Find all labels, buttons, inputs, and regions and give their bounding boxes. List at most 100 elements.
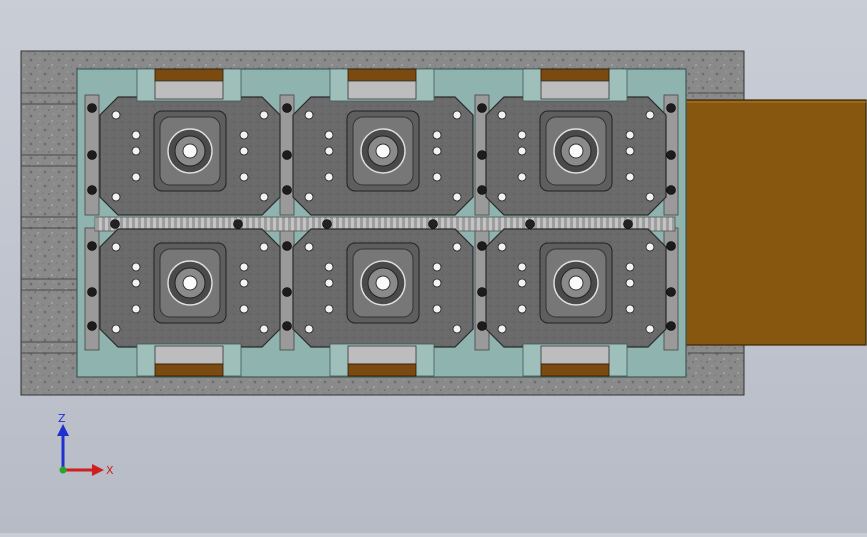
bolt-hole (111, 324, 121, 334)
bolt-hole (324, 172, 334, 182)
bolt-hole (645, 110, 655, 120)
assembly-drawing (20, 50, 867, 396)
bolt-hole (452, 192, 462, 202)
bolt-hole (517, 278, 527, 288)
shaft-bore (182, 275, 198, 291)
bolt-hole (517, 146, 527, 156)
clamp-bottom-block (540, 345, 610, 365)
rail-bolt (477, 321, 487, 331)
rack-screw (322, 219, 332, 229)
clamp-top-block (347, 80, 417, 100)
rack-screw (233, 219, 243, 229)
bolt-hole (452, 242, 462, 252)
bolt-hole (625, 262, 635, 272)
bolt-hole (239, 130, 249, 140)
axis-origin (59, 466, 67, 474)
bolt-hole (304, 192, 314, 202)
bolt-hole (131, 130, 141, 140)
bolt-hole (324, 130, 334, 140)
bolt-hole (625, 304, 635, 314)
rail-bolt (282, 103, 292, 113)
bolt-hole (324, 278, 334, 288)
clamp-top-block (154, 80, 224, 100)
rail-bolt (666, 103, 676, 113)
bolt-hole (239, 304, 249, 314)
shaft-bore (375, 143, 391, 159)
bolt-hole (497, 242, 507, 252)
bolt-hole (304, 242, 314, 252)
bolt-hole (432, 262, 442, 272)
rack-screw (110, 219, 120, 229)
clamp-top-cap (154, 68, 224, 82)
motor-module (485, 228, 667, 348)
rack-screw (525, 219, 535, 229)
rail-bolt (282, 185, 292, 195)
motor-module (99, 228, 281, 348)
rail-bolt (87, 321, 97, 331)
bolt-hole (517, 130, 527, 140)
rail-bolt (666, 185, 676, 195)
rail-bolt (87, 241, 97, 251)
bolt-hole (432, 304, 442, 314)
bolt-hole (239, 278, 249, 288)
bolt-hole (452, 324, 462, 334)
clamp-top-block (540, 80, 610, 100)
bolt-hole (259, 324, 269, 334)
bolt-hole (432, 130, 442, 140)
clamp-bottom-block (154, 345, 224, 365)
rail-bolt (666, 287, 676, 297)
bolt-hole (131, 262, 141, 272)
rail-bolt (87, 287, 97, 297)
bolt-hole (517, 172, 527, 182)
bolt-hole (131, 146, 141, 156)
bolt-hole (324, 304, 334, 314)
cad-viewport[interactable]: Z X (0, 0, 867, 533)
shaft-bore (568, 143, 584, 159)
bolt-hole (497, 324, 507, 334)
bolt-hole (131, 172, 141, 182)
x-axis-arrow (92, 464, 104, 476)
rail-bolt (282, 241, 292, 251)
bolt-hole (497, 192, 507, 202)
bolt-hole (239, 146, 249, 156)
rail-bolt (87, 150, 97, 160)
rack-screw (428, 219, 438, 229)
bolt-hole (517, 262, 527, 272)
motor-module (485, 96, 667, 216)
rail-bolt (477, 103, 487, 113)
bolt-hole (304, 110, 314, 120)
clamp-bottom-cap (347, 363, 417, 377)
rail-bolt (477, 241, 487, 251)
bolt-hole (645, 324, 655, 334)
rail-bolt (477, 287, 487, 297)
bolt-hole (625, 278, 635, 288)
rail-bolt (477, 185, 487, 195)
rack-screw (623, 219, 633, 229)
motor-module (99, 96, 281, 216)
bolt-hole (111, 192, 121, 202)
bolt-hole (111, 110, 121, 120)
z-axis-label: Z (58, 412, 66, 425)
bolt-hole (432, 278, 442, 288)
bolt-hole (324, 146, 334, 156)
rail-bolt (666, 321, 676, 331)
side-plate (685, 99, 867, 346)
bolt-hole (452, 110, 462, 120)
bolt-hole (517, 304, 527, 314)
bolt-hole (304, 324, 314, 334)
shaft-bore (568, 275, 584, 291)
bolt-hole (259, 192, 269, 202)
axis-triad: Z X (57, 412, 114, 477)
bolt-hole (131, 278, 141, 288)
rail-bolt (282, 150, 292, 160)
clamp-bottom-cap (154, 363, 224, 377)
z-axis-arrow (57, 424, 69, 436)
bolt-hole (324, 262, 334, 272)
bolt-hole (259, 242, 269, 252)
bolt-hole (432, 146, 442, 156)
clamp-top-cap (347, 68, 417, 82)
bolt-hole (645, 192, 655, 202)
bolt-hole (259, 110, 269, 120)
shaft-bore (182, 143, 198, 159)
rail-bolt (87, 103, 97, 113)
